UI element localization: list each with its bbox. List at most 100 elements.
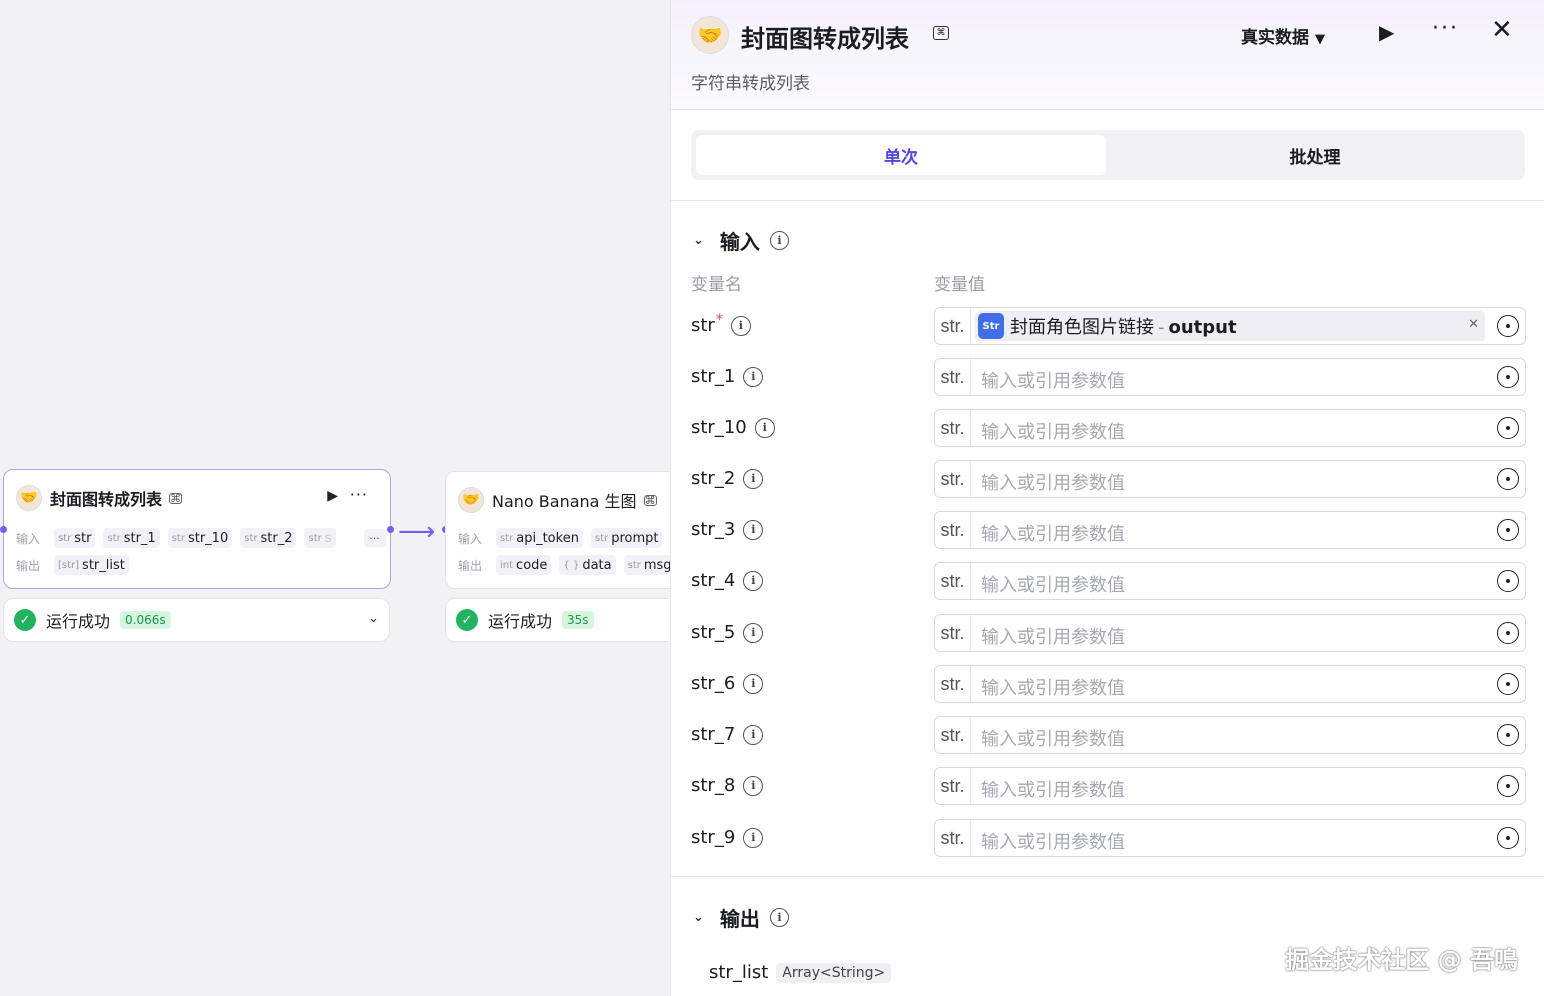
var-row: str_10 i str. 输入或引用参数值 xyxy=(691,409,1526,447)
var-value-field[interactable]: str. 输入或引用参数值 xyxy=(934,665,1526,703)
input-tag: str prompt xyxy=(590,528,663,548)
output-section-header[interactable]: ⌄ 输出 i xyxy=(693,903,789,932)
value-placeholder[interactable]: 输入或引用参数值 xyxy=(981,674,1125,700)
value-placeholder[interactable]: 输入或引用参数值 xyxy=(981,776,1125,802)
info-icon[interactable]: i xyxy=(743,622,764,643)
value-placeholder[interactable]: 输入或引用参数值 xyxy=(981,725,1125,751)
node2-status[interactable]: ✓ 运行成功 35s xyxy=(445,598,670,642)
close-button[interactable]: ✕ xyxy=(1491,17,1513,43)
reference-picker-icon[interactable] xyxy=(1497,724,1519,746)
reference-picker-icon[interactable] xyxy=(1497,775,1519,797)
var-value-field[interactable]: str. 输入或引用参数值 xyxy=(934,460,1526,498)
input-section-header[interactable]: ⌄ 输入 i xyxy=(693,226,789,255)
handshake-icon: 🤝 xyxy=(691,16,729,54)
info-icon[interactable]: i xyxy=(743,673,764,694)
code-icon: ⌘ xyxy=(169,491,183,505)
reference-chip[interactable]: Str 封面角色图片链接 - output ✕ xyxy=(975,311,1485,341)
output-tag: [str] str_list xyxy=(54,555,129,575)
panel-header: 🤝 封面图转成列表 ⌘ 字符串转成列表 真实数据 ▼ ▶ ··· ✕ xyxy=(671,0,1544,110)
var-name: str_7 i xyxy=(691,724,764,745)
info-icon[interactable]: i xyxy=(743,519,764,540)
node1-status[interactable]: ✓ 运行成功 0.066s ⌄ xyxy=(3,598,390,642)
code-icon[interactable]: ⌘ xyxy=(933,26,949,40)
data-mode-select[interactable]: 真实数据 ▼ xyxy=(1241,23,1325,48)
type-label: str. xyxy=(935,359,971,395)
value-placeholder[interactable]: 输入或引用参数值 xyxy=(981,623,1125,649)
reference-picker-icon[interactable] xyxy=(1497,315,1519,337)
output-tag: str msg xyxy=(623,555,670,575)
var-value-field[interactable]: str. 输入或引用参数值 xyxy=(934,716,1526,754)
value-placeholder[interactable]: 输入或引用参数值 xyxy=(981,418,1125,444)
more-button[interactable]: ··· xyxy=(1432,16,1459,41)
more-inputs-button[interactable]: ··· xyxy=(363,529,386,547)
type-label: str. xyxy=(935,308,971,344)
tab-single[interactable]: 单次 xyxy=(696,135,1106,175)
run-node-button[interactable]: ▶ xyxy=(327,488,338,504)
node-more-button[interactable]: ··· xyxy=(350,485,368,504)
type-label: str. xyxy=(935,563,971,599)
var-row: str_1 i str. 输入或引用参数值 xyxy=(691,358,1526,396)
info-icon[interactable]: i xyxy=(743,724,764,745)
var-value-field[interactable]: str. Str 封面角色图片链接 - output ✕ xyxy=(934,307,1526,345)
node-header: 🤝 Nano Banana 生图 ⌘ xyxy=(458,487,670,513)
var-name: str_5 i xyxy=(691,622,764,643)
reference-picker-icon[interactable] xyxy=(1497,519,1519,541)
reference-picker-icon[interactable] xyxy=(1497,366,1519,388)
input-tag: str str xyxy=(54,528,96,548)
status-text: 运行成功 xyxy=(46,612,111,631)
node-title: 封面图转成列表 xyxy=(50,490,163,509)
value-placeholder[interactable]: 输入或引用参数值 xyxy=(981,469,1125,495)
code-icon: ⌘ xyxy=(643,493,657,507)
var-row: str_4 i str. 输入或引用参数值 xyxy=(691,562,1526,600)
value-placeholder[interactable]: 输入或引用参数值 xyxy=(981,571,1125,597)
var-value-field[interactable]: str. 输入或引用参数值 xyxy=(934,562,1526,600)
run-button[interactable]: ▶ xyxy=(1379,20,1394,44)
info-icon[interactable]: i xyxy=(743,775,764,796)
node-cover-to-list[interactable]: 🤝 封面图转成列表 ⌘ ▶ ··· 输入 str str str str_1 str… xyxy=(3,469,391,589)
var-value-field[interactable]: str. 输入或引用参数值 xyxy=(934,358,1526,396)
node-inputs: 输入 str api_token str prompt xyxy=(458,528,670,548)
tab-batch[interactable]: 批处理 xyxy=(1110,135,1520,175)
info-icon[interactable]: i xyxy=(769,908,789,927)
reference-picker-icon[interactable] xyxy=(1497,673,1519,695)
reference-picker-icon[interactable] xyxy=(1497,622,1519,644)
handshake-icon: 🤝 xyxy=(458,487,484,513)
info-icon[interactable]: i xyxy=(743,366,764,387)
inputs-label: 输入 xyxy=(458,531,483,546)
caret-down-icon: ▼ xyxy=(1315,32,1325,47)
var-value-field[interactable]: str. 输入或引用参数值 xyxy=(934,511,1526,549)
reference-picker-icon[interactable] xyxy=(1497,417,1519,439)
output-var-row: str_list Array<String> xyxy=(709,962,892,983)
info-icon[interactable]: i xyxy=(730,315,751,336)
info-icon[interactable]: i xyxy=(769,231,789,250)
node-nano-banana[interactable]: 🤝 Nano Banana 生图 ⌘ 输入 str api_token str pr… xyxy=(445,471,670,589)
reference-picker-icon[interactable] xyxy=(1497,468,1519,490)
var-name: str * i xyxy=(691,312,751,336)
var-value-field[interactable]: str. 输入或引用参数值 xyxy=(934,409,1526,447)
node-detail-panel: 🤝 封面图转成列表 ⌘ 字符串转成列表 真实数据 ▼ ▶ ··· ✕ 单次 批处理… xyxy=(670,0,1544,996)
value-placeholder[interactable]: 输入或引用参数值 xyxy=(981,520,1125,546)
reference-text: 封面角色图片链接 - output xyxy=(1010,317,1237,338)
var-row: str_2 i str. 输入或引用参数值 xyxy=(691,460,1526,498)
chevron-down-icon: ⌄ xyxy=(693,233,704,248)
clear-icon[interactable]: ✕ xyxy=(1468,317,1479,332)
chevron-down-icon[interactable]: ⌄ xyxy=(368,611,379,626)
run-time-badge: 0.066s xyxy=(120,611,171,629)
reference-picker-icon[interactable] xyxy=(1497,570,1519,592)
workflow-canvas[interactable]: 🤝 封面图转成列表 ⌘ ▶ ··· 输入 str str str str_1 str… xyxy=(0,0,670,996)
var-value-field[interactable]: str. 输入或引用参数值 xyxy=(934,614,1526,652)
info-icon[interactable]: i xyxy=(743,827,764,848)
var-value-field[interactable]: str. 输入或引用参数值 xyxy=(934,819,1526,857)
node1-out-port[interactable] xyxy=(387,526,394,533)
node1-in-port[interactable] xyxy=(0,526,7,533)
info-icon[interactable]: i xyxy=(743,570,764,591)
panel-title: 封面图转成列表 xyxy=(741,25,909,53)
value-placeholder[interactable]: 输入或引用参数值 xyxy=(981,367,1125,393)
reference-picker-icon[interactable] xyxy=(1497,827,1519,849)
info-icon[interactable]: i xyxy=(754,417,775,438)
info-icon[interactable]: i xyxy=(743,468,764,489)
var-name: str_3 i xyxy=(691,519,764,540)
var-value-field[interactable]: str. 输入或引用参数值 xyxy=(934,767,1526,805)
value-placeholder[interactable]: 输入或引用参数值 xyxy=(981,828,1125,854)
type-label: str. xyxy=(935,666,971,702)
